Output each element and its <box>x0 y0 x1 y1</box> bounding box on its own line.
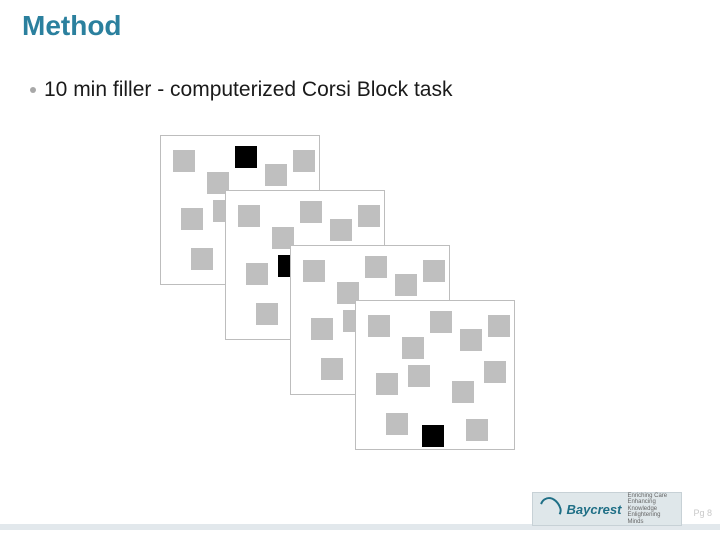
tagline-3: Enlightening Minds <box>627 512 675 525</box>
block-icon <box>466 419 488 441</box>
tagline-1: Enriching Care <box>627 493 675 500</box>
block-icon <box>358 205 380 227</box>
active-block-icon <box>422 425 444 447</box>
bullet-item: 10 min filler - computerized Corsi Block… <box>30 78 452 102</box>
block-icon <box>402 337 424 359</box>
bullet-dot-icon <box>30 87 36 93</box>
block-icon <box>293 150 315 172</box>
brand-logo: Baycrest Enriching Care Enhancing Knowle… <box>532 492 682 526</box>
corsi-figure <box>0 120 720 450</box>
block-icon <box>321 358 343 380</box>
block-icon <box>238 205 260 227</box>
block-icon <box>303 260 325 282</box>
block-icon <box>300 201 322 223</box>
block-icon <box>488 315 510 337</box>
block-icon <box>484 361 506 383</box>
block-icon <box>181 208 203 230</box>
block-icon <box>256 303 278 325</box>
block-icon <box>330 219 352 241</box>
block-icon <box>395 274 417 296</box>
block-icon <box>376 373 398 395</box>
tagline-2: Enhancing Knowledge <box>627 499 675 512</box>
block-icon <box>430 311 452 333</box>
block-icon <box>386 413 408 435</box>
active-block-icon <box>235 146 257 168</box>
block-icon <box>368 315 390 337</box>
block-icon <box>460 329 482 351</box>
block-icon <box>452 381 474 403</box>
slide-title: Method <box>22 10 122 42</box>
bullet-text: 10 min filler - computerized Corsi Block… <box>44 78 452 102</box>
block-icon <box>246 263 268 285</box>
block-icon <box>173 150 195 172</box>
block-icon <box>311 318 333 340</box>
block-icon <box>423 260 445 282</box>
block-icon <box>408 365 430 387</box>
brand-taglines: Enriching Care Enhancing Knowledge Enlig… <box>627 493 675 526</box>
swoosh-icon <box>536 494 564 524</box>
block-icon <box>265 164 287 186</box>
corsi-panel-4 <box>355 300 515 450</box>
block-icon <box>365 256 387 278</box>
brand-name: Baycrest <box>567 502 622 517</box>
block-icon <box>191 248 213 270</box>
page-number: Pg 8 <box>693 508 712 518</box>
